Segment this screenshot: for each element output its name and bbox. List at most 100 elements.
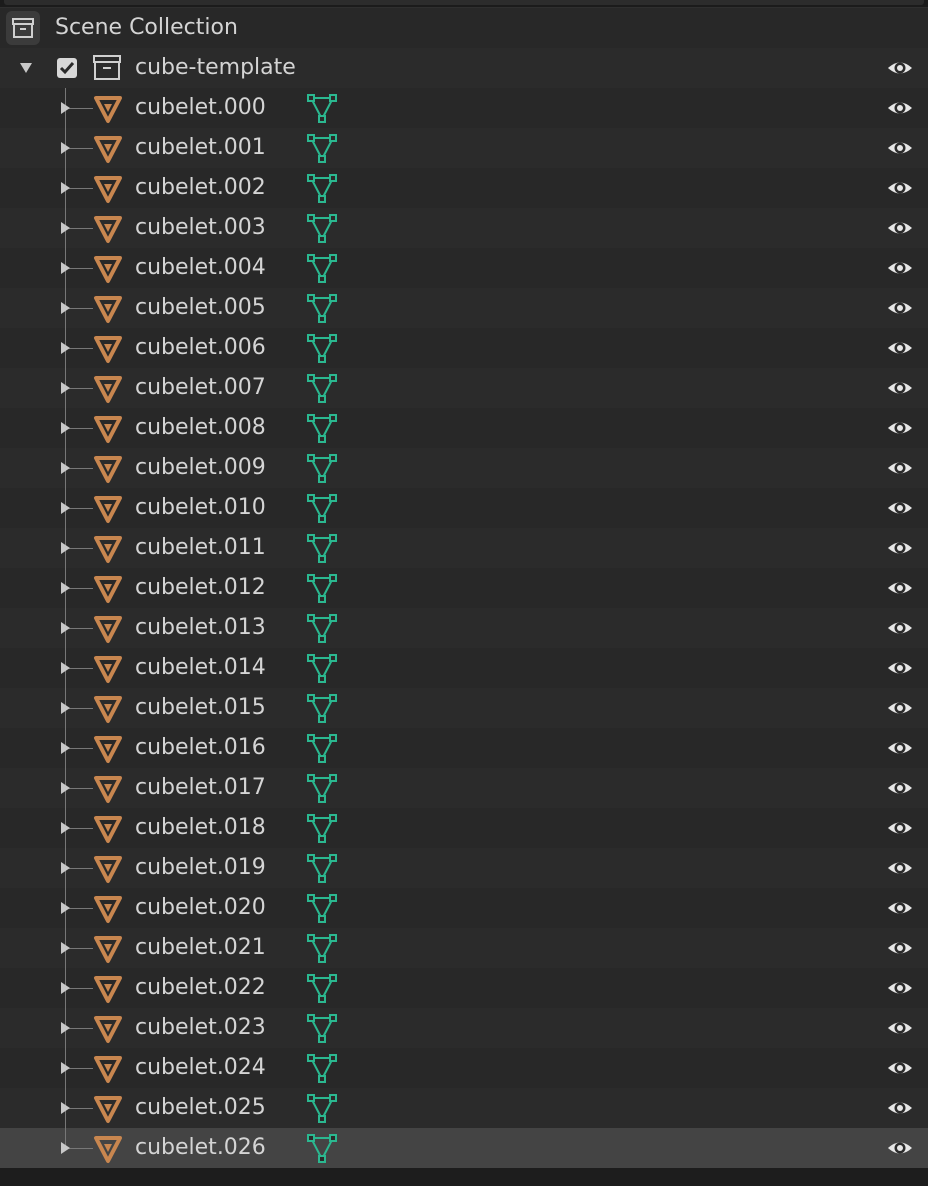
expand-arrow-icon[interactable] — [61, 622, 70, 634]
eye-icon[interactable] — [886, 216, 914, 240]
object-row[interactable]: cubelet.005 — [0, 288, 928, 328]
mesh-data-icon[interactable] — [307, 374, 337, 408]
mesh-data-icon[interactable] — [307, 94, 337, 128]
mesh-data-icon[interactable] — [307, 774, 337, 808]
expand-arrow-icon[interactable] — [61, 822, 70, 834]
disclosure-triangle-icon[interactable] — [18, 60, 34, 76]
expand-arrow-icon[interactable] — [61, 942, 70, 954]
object-row[interactable]: cubelet.004 — [0, 248, 928, 288]
eye-icon[interactable] — [886, 936, 914, 960]
mesh-data-icon[interactable] — [307, 294, 337, 328]
collection-row[interactable]: cube-template — [0, 48, 928, 88]
object-row[interactable]: cubelet.013 — [0, 608, 928, 648]
expand-arrow-icon[interactable] — [61, 982, 70, 994]
expand-arrow-icon[interactable] — [61, 1022, 70, 1034]
expand-arrow-icon[interactable] — [61, 182, 70, 194]
mesh-data-icon[interactable] — [307, 654, 337, 688]
expand-arrow-icon[interactable] — [61, 142, 70, 154]
eye-icon[interactable] — [886, 816, 914, 840]
object-row[interactable]: cubelet.018 — [0, 808, 928, 848]
eye-icon[interactable] — [886, 576, 914, 600]
eye-icon[interactable] — [886, 1096, 914, 1120]
object-row[interactable]: cubelet.025 — [0, 1088, 928, 1128]
expand-arrow-icon[interactable] — [61, 782, 70, 794]
mesh-data-icon[interactable] — [307, 974, 337, 1008]
object-row[interactable]: cubelet.023 — [0, 1008, 928, 1048]
object-row[interactable]: cubelet.017 — [0, 768, 928, 808]
mesh-data-icon[interactable] — [307, 894, 337, 928]
object-row[interactable]: cubelet.007 — [0, 368, 928, 408]
object-row[interactable]: cubelet.014 — [0, 648, 928, 688]
eye-icon[interactable] — [886, 1056, 914, 1080]
mesh-data-icon[interactable] — [307, 854, 337, 888]
expand-arrow-icon[interactable] — [61, 1102, 70, 1114]
mesh-data-icon[interactable] — [307, 1014, 337, 1048]
mesh-data-icon[interactable] — [307, 1094, 337, 1128]
expand-arrow-icon[interactable] — [61, 102, 70, 114]
object-row[interactable]: cubelet.019 — [0, 848, 928, 888]
eye-icon[interactable] — [886, 976, 914, 1000]
eye-icon[interactable] — [886, 896, 914, 920]
expand-arrow-icon[interactable] — [61, 342, 70, 354]
expand-arrow-icon[interactable] — [61, 902, 70, 914]
expand-arrow-icon[interactable] — [61, 422, 70, 434]
mesh-data-icon[interactable] — [307, 254, 337, 288]
mesh-data-icon[interactable] — [307, 454, 337, 488]
expand-arrow-icon[interactable] — [61, 742, 70, 754]
object-row[interactable]: cubelet.008 — [0, 408, 928, 448]
expand-arrow-icon[interactable] — [61, 502, 70, 514]
mesh-data-icon[interactable] — [307, 1134, 337, 1168]
object-row[interactable]: cubelet.012 — [0, 568, 928, 608]
mesh-data-icon[interactable] — [307, 174, 337, 208]
eye-icon[interactable] — [886, 296, 914, 320]
mesh-data-icon[interactable] — [307, 934, 337, 968]
expand-arrow-icon[interactable] — [61, 862, 70, 874]
eye-icon[interactable] — [886, 656, 914, 680]
mesh-data-icon[interactable] — [307, 534, 337, 568]
eye-icon[interactable] — [886, 496, 914, 520]
object-row[interactable]: cubelet.024 — [0, 1048, 928, 1088]
mesh-data-icon[interactable] — [307, 734, 337, 768]
scene-collection-row[interactable]: Scene Collection — [0, 8, 928, 48]
collection-checkbox[interactable] — [57, 58, 77, 78]
eye-icon[interactable] — [886, 776, 914, 800]
eye-icon[interactable] — [886, 1136, 914, 1160]
eye-icon[interactable] — [886, 136, 914, 160]
object-row[interactable]: cubelet.002 — [0, 168, 928, 208]
expand-arrow-icon[interactable] — [61, 702, 70, 714]
object-row[interactable]: cubelet.022 — [0, 968, 928, 1008]
eye-icon[interactable] — [886, 376, 914, 400]
expand-arrow-icon[interactable] — [61, 1142, 70, 1154]
eye-icon[interactable] — [886, 56, 914, 80]
mesh-data-icon[interactable] — [307, 574, 337, 608]
mesh-data-icon[interactable] — [307, 494, 337, 528]
expand-arrow-icon[interactable] — [61, 582, 70, 594]
eye-icon[interactable] — [886, 1016, 914, 1040]
eye-icon[interactable] — [886, 416, 914, 440]
eye-icon[interactable] — [886, 336, 914, 360]
mesh-data-icon[interactable] — [307, 134, 337, 168]
mesh-data-icon[interactable] — [307, 814, 337, 848]
expand-arrow-icon[interactable] — [61, 382, 70, 394]
mesh-data-icon[interactable] — [307, 1054, 337, 1088]
expand-arrow-icon[interactable] — [61, 222, 70, 234]
eye-icon[interactable] — [886, 536, 914, 560]
object-row[interactable]: cubelet.010 — [0, 488, 928, 528]
object-row[interactable]: cubelet.006 — [0, 328, 928, 368]
expand-arrow-icon[interactable] — [61, 462, 70, 474]
eye-icon[interactable] — [886, 96, 914, 120]
object-row[interactable]: cubelet.000 — [0, 88, 928, 128]
object-row[interactable]: cubelet.011 — [0, 528, 928, 568]
object-row[interactable]: cubelet.021 — [0, 928, 928, 968]
object-row[interactable]: cubelet.003 — [0, 208, 928, 248]
mesh-data-icon[interactable] — [307, 614, 337, 648]
object-row[interactable]: cubelet.016 — [0, 728, 928, 768]
object-row[interactable]: cubelet.026 — [0, 1128, 928, 1168]
eye-icon[interactable] — [886, 176, 914, 200]
eye-icon[interactable] — [886, 736, 914, 760]
mesh-data-icon[interactable] — [307, 694, 337, 728]
mesh-data-icon[interactable] — [307, 334, 337, 368]
eye-icon[interactable] — [886, 856, 914, 880]
eye-icon[interactable] — [886, 456, 914, 480]
object-row[interactable]: cubelet.001 — [0, 128, 928, 168]
